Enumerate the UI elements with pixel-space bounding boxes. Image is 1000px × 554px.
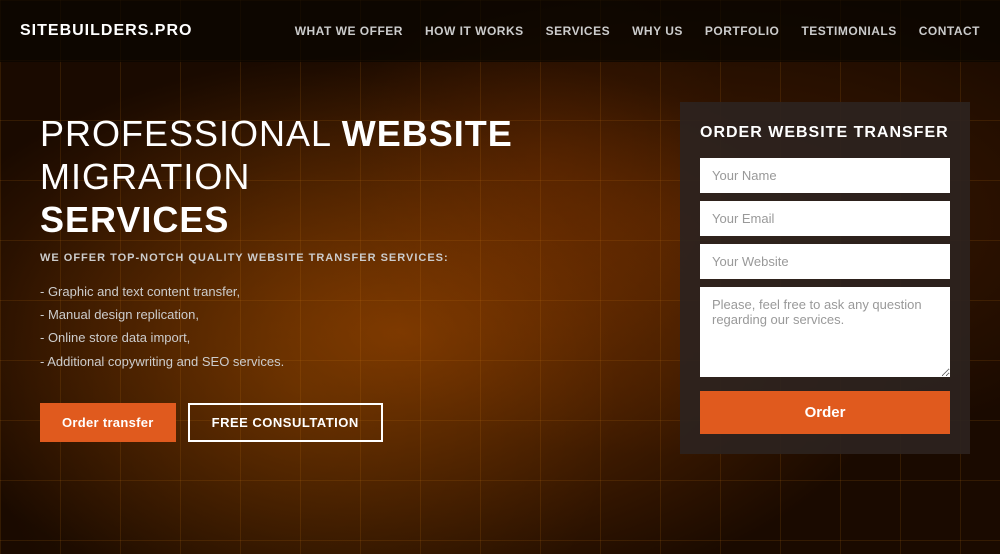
nav-link-what-we-offer[interactable]: WHAT WE OFFER (295, 24, 403, 38)
main-content: PROFESSIONAL WEBSITE MIGRATION SERVICES … (0, 62, 1000, 454)
nav-link-why-us[interactable]: WHY US (632, 24, 683, 38)
nav-item-contact[interactable]: CONTACT (919, 22, 980, 40)
hero-list: - Graphic and text content transfer, - M… (40, 280, 660, 374)
nav-links: WHAT WE OFFER HOW IT WORKS SERVICES WHY … (295, 22, 980, 40)
order-panel: ORDER WEBSITE TRANSFER Order (680, 102, 970, 454)
navbar: SITEBUILDERS.PRO WHAT WE OFFER HOW IT WO… (0, 0, 1000, 62)
list-item-1: - Graphic and text content transfer, (40, 280, 660, 303)
hero-title-suffix: MIGRATION (40, 156, 250, 197)
nav-link-testimonials[interactable]: TESTIMONIALS (801, 24, 896, 38)
hero-buttons: Order transfer FREE CONSULTATION (40, 403, 660, 442)
nav-link-services[interactable]: SERVICES (546, 24, 610, 38)
logo: SITEBUILDERS.PRO (20, 22, 192, 40)
hero-title-prefix: PROFESSIONAL (40, 113, 342, 154)
hero-title-line2: SERVICES (40, 199, 229, 240)
nav-link-portfolio[interactable]: PORTFOLIO (705, 24, 780, 38)
hero-title: PROFESSIONAL WEBSITE MIGRATION SERVICES (40, 112, 660, 242)
nav-item-services[interactable]: SERVICES (546, 22, 610, 40)
free-consultation-button[interactable]: FREE CONSULTATION (188, 403, 383, 442)
email-input[interactable] (700, 201, 950, 236)
hero-title-bold: WEBSITE (342, 113, 513, 154)
hero-text: PROFESSIONAL WEBSITE MIGRATION SERVICES … (40, 102, 660, 442)
list-item-2: - Manual design replication, (40, 303, 660, 326)
order-transfer-button[interactable]: Order transfer (40, 403, 176, 442)
nav-item-what-we-offer[interactable]: WHAT WE OFFER (295, 22, 403, 40)
website-input[interactable] (700, 244, 950, 279)
name-input[interactable] (700, 158, 950, 193)
nav-item-why-us[interactable]: WHY US (632, 22, 683, 40)
submit-button[interactable]: Order (700, 391, 950, 434)
nav-link-how-it-works[interactable]: HOW IT WORKS (425, 24, 524, 38)
order-panel-title: ORDER WEBSITE TRANSFER (700, 124, 950, 142)
nav-link-contact[interactable]: CONTACT (919, 24, 980, 38)
list-item-4: - Additional copywriting and SEO service… (40, 350, 660, 373)
list-item-3: - Online store data import, (40, 326, 660, 349)
hero-subtitle: WE OFFER TOP-NOTCH QUALITY WEBSITE TRANS… (40, 252, 660, 264)
message-textarea[interactable] (700, 287, 950, 377)
nav-item-testimonials[interactable]: TESTIMONIALS (801, 22, 896, 40)
nav-item-portfolio[interactable]: PORTFOLIO (705, 22, 780, 40)
nav-item-how-it-works[interactable]: HOW IT WORKS (425, 22, 524, 40)
